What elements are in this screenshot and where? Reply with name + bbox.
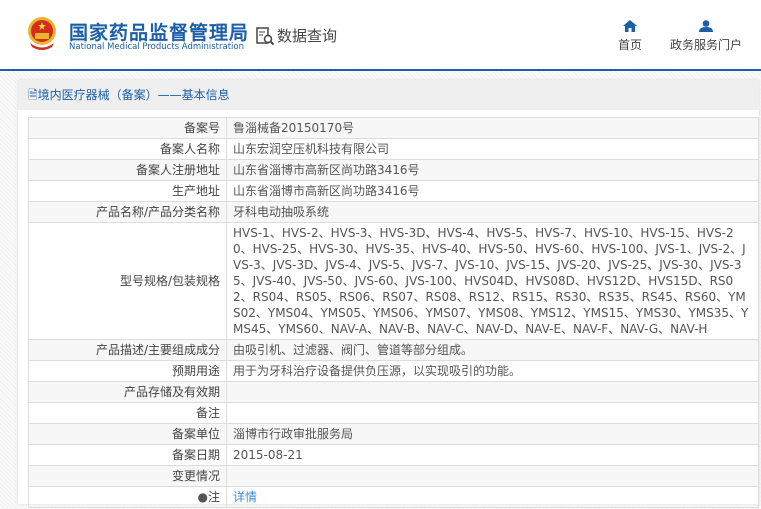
row-value (226, 381, 759, 403)
table-row: 备案人注册地址 山东省淄博市高新区尚功路3416号 (28, 159, 759, 181)
table-row: 产品描述/主要组成成分 由吸引机、过滤器、阀门、管道等部分组成。 (28, 339, 759, 361)
table-row: 备案日期 2015-08-21 (28, 444, 759, 466)
row-value: 鲁淄械备20150170号 (226, 117, 759, 139)
user-icon (699, 20, 713, 32)
panel-title-text: 境内医疗器械（备案）——基本信息 (37, 88, 230, 102)
info-panel: 🗎境内医疗器械（备案）——基本信息 备案号 鲁淄械备20150170号 备案人名称山… (18, 80, 759, 508)
details-link[interactable]: 详情 (233, 490, 257, 504)
row-value (226, 465, 759, 487)
row-value: 详情 (226, 486, 759, 508)
table-row: 变更情况 (28, 465, 759, 487)
row-label-text: 备案单位 (171, 427, 220, 441)
row-label-text: 备案人名称 (159, 142, 220, 156)
table-row: 型号规格/包装规格 HVS-1、HVS-2、HVS-3、HVS-3D、HVS-4、… (28, 222, 759, 340)
header: 国家药品监督管理局 National Medical Products Admi… (0, 0, 761, 71)
row-value: 用于为牙科治疗设备提供负压源，以实现吸引的功能。 (226, 360, 759, 382)
data-query-link[interactable]: 数据查询 (255, 25, 337, 46)
table-row: 备注 (28, 402, 759, 424)
data-query-label: 数据查询 (277, 27, 338, 45)
document-search-icon (256, 26, 275, 45)
row-label: 产品存储及有效期 (28, 381, 227, 403)
row-value: 由吸引机、过滤器、阀门、管道等部分组成。 (226, 339, 759, 361)
row-value: 淄博市行政审批服务局 (226, 423, 759, 445)
nav-home[interactable]: 首页 (618, 20, 642, 53)
row-label: 生产地址 (28, 180, 227, 202)
row-label-text: 注 (207, 490, 220, 504)
row-value: 牙科电动抽吸系统 (226, 201, 759, 223)
table-row: 产品存储及有效期 (28, 381, 759, 403)
row-label-text: 产品存储及有效期 (123, 385, 220, 399)
row-label: 备案人注册地址 (28, 159, 227, 181)
row-label: 备案日期 (28, 444, 227, 466)
row-value (226, 402, 759, 424)
row-label-text: 产品名称/产品分类名称 (95, 205, 220, 219)
row-label: 备注 (28, 402, 227, 424)
row-label-text: 预期用途 (171, 364, 220, 378)
table-row: 产品名称/产品分类名称 牙科电动抽吸系统 (28, 201, 759, 223)
home-icon (623, 20, 637, 32)
row-label-text: 备注 (195, 406, 220, 420)
row-label: 型号规格/包装规格 (28, 222, 227, 340)
row-label: 备案单位 (28, 423, 227, 445)
info-table: 备案号 鲁淄械备20150170号 备案人名称 山东宏润空压机科技有限公司 备案人注册地… (28, 117, 759, 508)
nav-service-portal[interactable]: 政务服务门户 (670, 20, 742, 53)
row-label-text: 备案日期 (171, 448, 220, 462)
row-value: HVS-1、HVS-2、HVS-3、HVS-3D、HVS-4、HVS-5、HVS… (226, 222, 759, 340)
nav-service-portal-label: 政务服务门户 (670, 38, 743, 52)
pin-icon: ● (197, 490, 208, 504)
row-label: 备案号 (28, 117, 227, 139)
row-label-text: 备案号 (183, 121, 220, 135)
logo-title: 国家药品监督管理局 (69, 22, 250, 44)
row-label: 产品名称/产品分类名称 (28, 201, 227, 223)
table-row: 备案单位 淄博市行政审批服务局 (28, 423, 759, 445)
table-row: 生产地址 山东省淄博市高新区尚功路3416号 (28, 180, 759, 202)
national-emblem-icon (28, 17, 56, 50)
row-value: 山东宏润空压机科技有限公司 (226, 138, 759, 160)
row-label-text: 变更情况 (171, 469, 220, 483)
row-label-text: 产品描述/主要组成成分 (95, 343, 220, 357)
nav-home-label: 首页 (618, 38, 643, 52)
table-row: 预期用途 用于为牙科治疗设备提供负压源，以实现吸引的功能。 (28, 360, 759, 382)
document-icon: 🗎 (28, 88, 38, 102)
table-row: ●注 详情 (28, 486, 759, 508)
row-label: ●注 (28, 486, 227, 508)
row-label-text: 生产地址 (171, 184, 220, 198)
row-label-text: 备案人注册地址 (135, 163, 220, 177)
logo-subtitle: National Medical Products Administration (69, 42, 244, 52)
table-row: 备案人名称 山东宏润空压机科技有限公司 (28, 138, 759, 160)
row-label: 备案人名称 (28, 138, 227, 160)
table-row: 备案号 鲁淄械备20150170号 (28, 117, 759, 139)
panel-title: 🗎境内医疗器械（备案）——基本信息 (18, 80, 759, 110)
row-label: 变更情况 (28, 465, 227, 487)
row-label-text: 型号规格/包装规格 (119, 274, 220, 288)
row-value: 2015-08-21 (226, 444, 759, 466)
row-label: 预期用途 (28, 360, 227, 382)
row-value: 山东省淄博市高新区尚功路3416号 (226, 159, 759, 181)
row-label: 产品描述/主要组成成分 (28, 339, 227, 361)
row-value: 山东省淄博市高新区尚功路3416号 (226, 180, 759, 202)
